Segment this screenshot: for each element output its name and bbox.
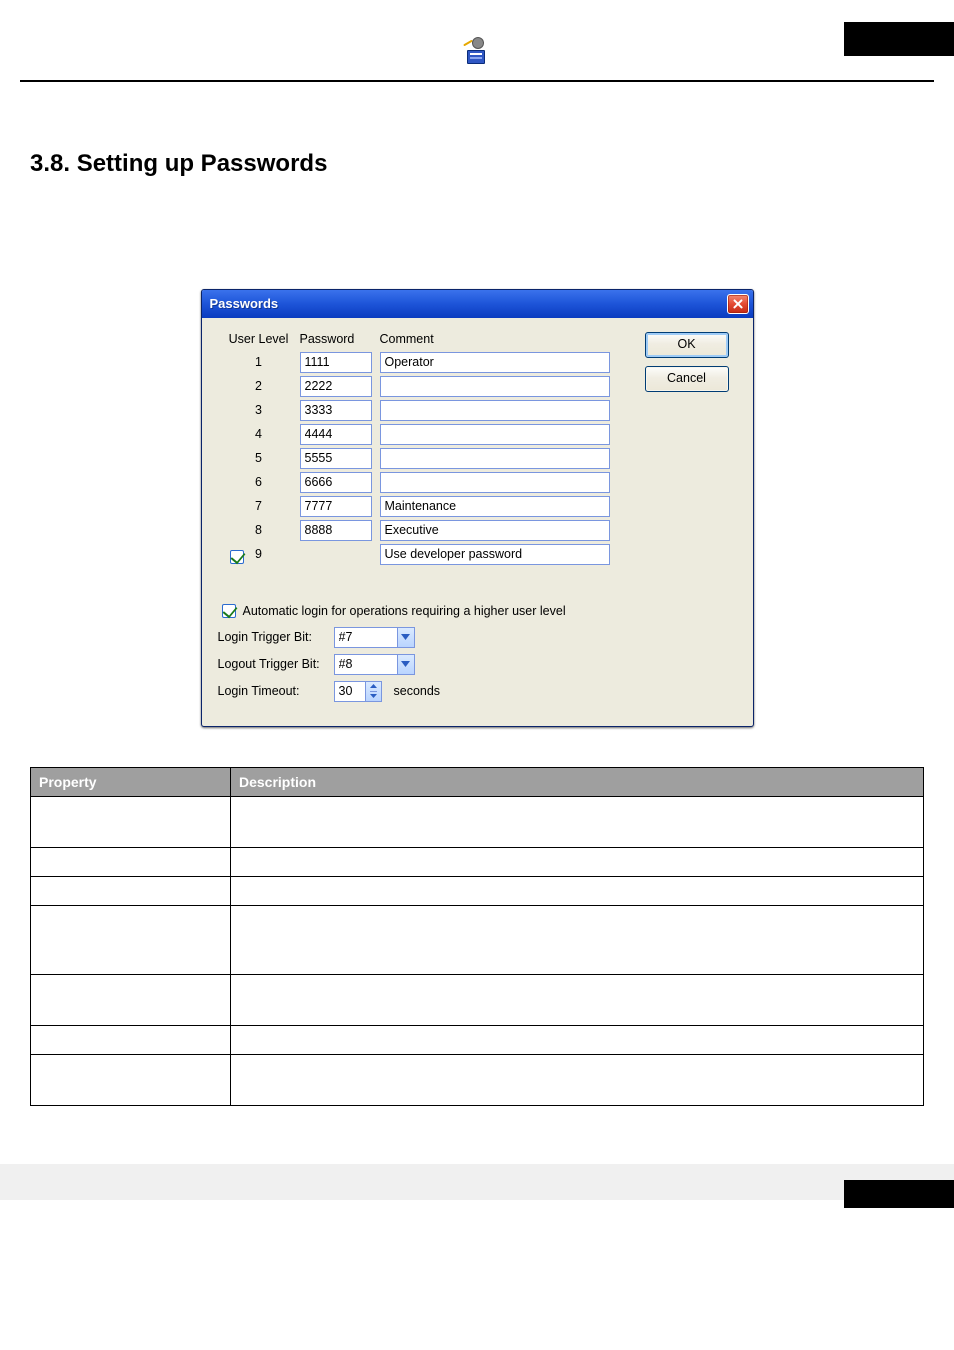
prop-desc: The panel sets this bit to 1 when it acc… (239, 982, 879, 1017)
password-row: 7 (218, 496, 631, 517)
chevron-down-icon[interactable] (398, 627, 415, 648)
prop-name: Login Timeout (39, 1061, 127, 1077)
password-input[interactable] (300, 376, 372, 397)
prop-desc: Check this option so the Password keypad… (239, 913, 897, 948)
cancel-button[interactable]: Cancel (645, 366, 729, 392)
user-level-label: 5 (255, 451, 262, 465)
password-input[interactable] (300, 424, 372, 445)
password-input[interactable] (300, 472, 372, 493)
user-level-label: 7 (255, 499, 262, 513)
password-input[interactable] (300, 520, 372, 541)
prop-name: Logout Trigger Bit (39, 1032, 150, 1048)
comment-input[interactable] (380, 520, 610, 541)
login-timeout-label: Login Timeout: (218, 684, 334, 698)
prop-name: Comment (39, 854, 100, 870)
login-trigger-label: Login Trigger Bit: (218, 630, 334, 644)
level9-checkbox[interactable] (230, 550, 244, 564)
chevron-up-icon[interactable] (370, 682, 377, 691)
prop-desc: Specifies the password. A password is a … (239, 804, 871, 839)
comment-input[interactable] (380, 448, 610, 469)
table-row: Password Specifies the password. A passw… (31, 796, 924, 847)
comment-input[interactable] (380, 472, 610, 493)
table-row: Automatic login for operations requiring… (31, 905, 924, 975)
logout-trigger-label: Logout Trigger Bit: (218, 657, 334, 671)
password-row: 2 (218, 376, 631, 397)
page-footer: 3-44 (0, 1164, 954, 1200)
prop-desc: The panel sets this bit to 1 when it cha… (239, 1032, 809, 1048)
prop-desc: If the keypad is set to time-out, it wil… (239, 1062, 910, 1097)
table-row: Login Timeout If the keypad is set to ti… (31, 1055, 924, 1106)
prop-desc: Check this option so the developer passw… (239, 883, 806, 899)
passwords-dialog: Passwords User Level Password Comment 1 (201, 289, 754, 727)
prop-name: Login Trigger Bit (39, 981, 141, 997)
col-password: Password (300, 332, 380, 346)
footer-chapter-tab (844, 1180, 954, 1208)
password-input[interactable] (300, 496, 372, 517)
spinner-buttons[interactable] (366, 681, 382, 702)
password-input[interactable] (300, 448, 372, 469)
page-number: 3-44 (463, 1174, 491, 1190)
comment-input[interactable] (380, 400, 610, 421)
header-app-icon (463, 38, 491, 66)
section-title: 3.8. Setting up Passwords (30, 150, 924, 178)
intro-paragraph: Select Passwords in Panel menu or click … (30, 210, 924, 271)
th-property: Property (31, 767, 231, 796)
dialog-title: Passwords (210, 296, 279, 311)
table-row: 9 Check this option so the developer pas… (31, 876, 924, 905)
table-row: Login Trigger Bit The panel sets this bi… (31, 975, 924, 1026)
prop-desc: You can make a note here for the associa… (239, 854, 584, 870)
password-input[interactable] (300, 352, 372, 373)
password-row: 3 (218, 400, 631, 421)
close-icon[interactable] (727, 294, 749, 314)
password-input[interactable] (300, 400, 372, 421)
table-row: Comment You can make a note here for the… (31, 847, 924, 876)
col-user-level: User Level (218, 332, 300, 346)
seconds-label: seconds (394, 684, 441, 698)
comment-input[interactable] (380, 496, 610, 517)
chevron-down-icon[interactable] (370, 691, 377, 701)
password-row-9: 9 (218, 544, 631, 565)
user-level-label: 2 (255, 379, 262, 393)
comment-input[interactable] (380, 424, 610, 445)
property-table: Property Description Password Specifies … (30, 767, 924, 1106)
login-trigger-input[interactable] (334, 627, 398, 648)
user-level-label: 3 (255, 403, 262, 417)
col-comment: Comment (380, 332, 631, 346)
auto-login-checkbox[interactable] (222, 604, 236, 618)
user-level-label: 4 (255, 427, 262, 441)
password-row: 5 (218, 448, 631, 469)
ok-button[interactable]: OK (645, 332, 729, 358)
password-row: 8 (218, 520, 631, 541)
chapter-tab (844, 22, 954, 56)
prop-name: 9 (39, 883, 47, 899)
header-rule (20, 80, 934, 82)
comment-input[interactable] (380, 544, 610, 565)
logout-trigger-input[interactable] (334, 654, 398, 675)
prop-name: Automatic login for operations requiring… (39, 913, 217, 967)
table-row: Logout Trigger Bit The panel sets this b… (31, 1026, 924, 1055)
user-level-label: 9 (255, 547, 262, 561)
prop-name: Password (39, 803, 100, 819)
password-row: 1 (218, 352, 631, 373)
page-header (0, 0, 954, 90)
user-level-label: 1 (255, 355, 262, 369)
comment-input[interactable] (380, 376, 610, 397)
dialog-titlebar[interactable]: Passwords (202, 290, 753, 318)
password-row: 6 (218, 472, 631, 493)
user-level-label: 8 (255, 523, 262, 537)
chevron-down-icon[interactable] (398, 654, 415, 675)
auto-login-label: Automatic login for operations requiring… (243, 604, 566, 618)
password-row: 4 (218, 424, 631, 445)
th-description: Description (231, 767, 924, 796)
user-level-label: 6 (255, 475, 262, 489)
comment-input[interactable] (380, 352, 610, 373)
login-timeout-input[interactable] (334, 681, 366, 702)
